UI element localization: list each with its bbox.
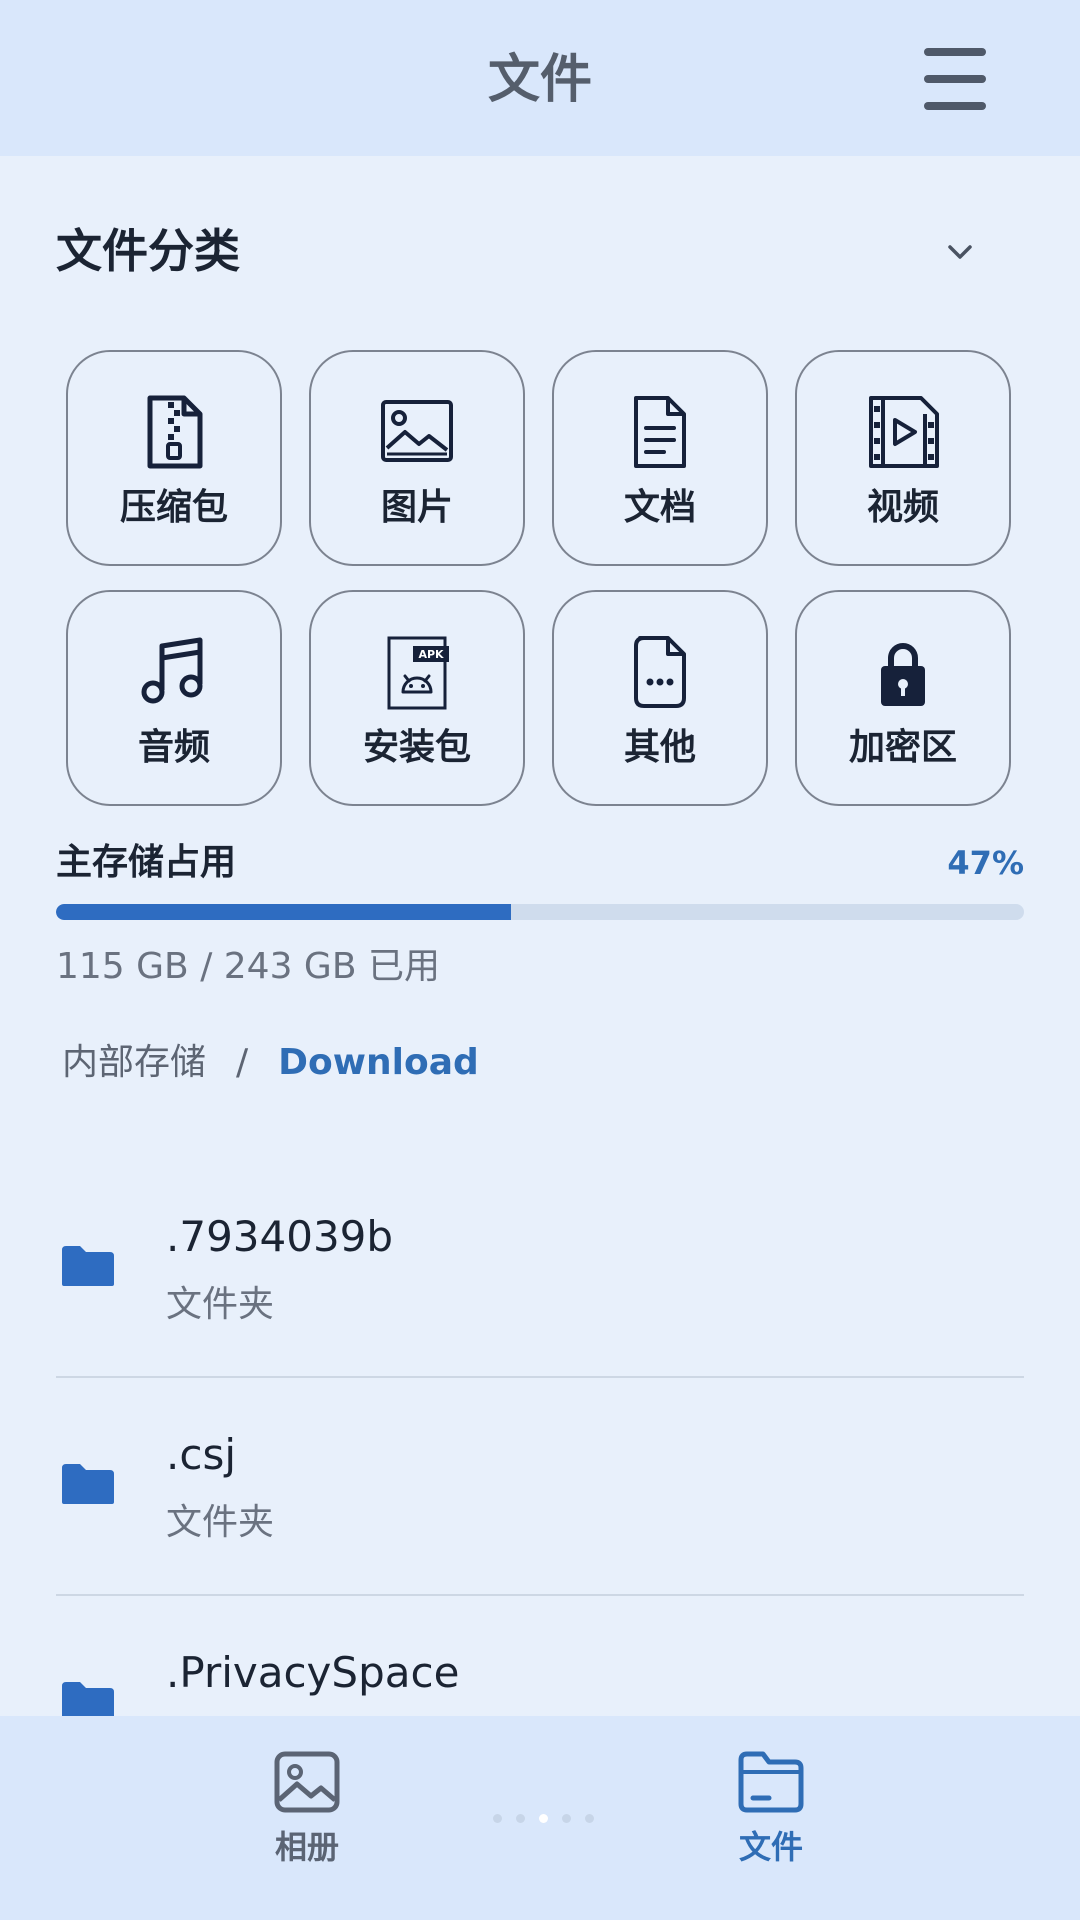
storage-progress-bar [56, 904, 1024, 920]
file-type: 文件夹 [166, 1284, 275, 1325]
menu-icon-line-3 [924, 102, 986, 110]
category-images[interactable]: 图片 [309, 350, 525, 566]
page-dot [516, 1814, 525, 1823]
category-encrypted[interactable]: 加密区 [795, 590, 1011, 806]
nav-files[interactable]: 文件 [691, 1746, 851, 1870]
page-dot [585, 1814, 594, 1823]
category-label: 图片 [380, 487, 453, 528]
breadcrumb: 内部存储 / Download [62, 1038, 479, 1088]
menu-icon-line-1 [924, 48, 986, 56]
folder-icon [738, 1751, 804, 1813]
menu-button[interactable] [920, 48, 990, 110]
album-icon [274, 1751, 340, 1813]
category-apk[interactable]: APK 安装包 [309, 590, 525, 806]
file-name: .PrivacySpace [166, 1648, 460, 1697]
folder-icon [62, 1246, 114, 1286]
chevron-down-icon[interactable] [940, 232, 980, 272]
page-dot-active [539, 1814, 548, 1823]
category-label: 加密区 [848, 727, 957, 768]
category-label: 文档 [623, 487, 696, 528]
lock-icon [881, 643, 925, 706]
page-indicator [486, 1808, 601, 1823]
storage-detail: 115 GB / 243 GB 已用 [56, 946, 440, 987]
category-documents[interactable]: 文档 [552, 350, 768, 566]
list-item[interactable]: .csj 文件夹 [56, 1378, 1024, 1596]
list-item[interactable]: .7934039b 文件夹 [56, 1160, 1024, 1378]
category-videos[interactable]: 视频 [795, 350, 1011, 566]
image-icon [381, 400, 453, 462]
nav-files-label: 文件 [738, 1828, 803, 1866]
nav-album-label: 相册 [274, 1828, 339, 1866]
folder-icon [62, 1464, 114, 1504]
page-title: 文件 [487, 50, 592, 110]
category-zip[interactable]: 压缩包 [66, 350, 282, 566]
svg-text:APK: APK [418, 648, 444, 661]
bottom-navigation: 相册 文件 [0, 1716, 1080, 1920]
apk-icon: APK [387, 636, 449, 710]
video-icon [869, 396, 939, 468]
zip-file-icon [147, 395, 203, 469]
page-dot [562, 1814, 571, 1823]
breadcrumb-separator: / [236, 1042, 249, 1083]
category-label: 安装包 [362, 727, 471, 768]
category-label: 其他 [623, 727, 696, 768]
top-app-bar: 文件 [0, 0, 1080, 156]
category-other[interactable]: 其他 [552, 590, 768, 806]
category-grid: 压缩包 图片 文档 视频 音频 APK 安装包 其他 加密区 [66, 350, 1014, 806]
category-label: 压缩包 [119, 487, 228, 528]
category-audio[interactable]: 音频 [66, 590, 282, 806]
menu-icon-line-2 [924, 75, 986, 83]
file-type: 文件夹 [166, 1502, 275, 1543]
storage-progress-fill [56, 904, 511, 920]
category-section-title: 文件分类 [56, 224, 240, 278]
storage-percent: 47% [947, 844, 1024, 882]
category-label: 音频 [137, 727, 210, 768]
music-icon [141, 637, 203, 704]
file-name: .csj [166, 1430, 236, 1479]
file-name: .7934039b [166, 1212, 394, 1261]
storage-label: 主存储占用 [56, 842, 237, 883]
other-file-icon [634, 636, 686, 708]
document-icon [634, 396, 686, 468]
nav-album[interactable]: 相册 [227, 1746, 387, 1870]
page-dot [493, 1814, 502, 1823]
breadcrumb-current[interactable]: Download [278, 1042, 479, 1083]
category-label: 视频 [866, 487, 939, 528]
breadcrumb-root[interactable]: 内部存储 [62, 1042, 206, 1083]
